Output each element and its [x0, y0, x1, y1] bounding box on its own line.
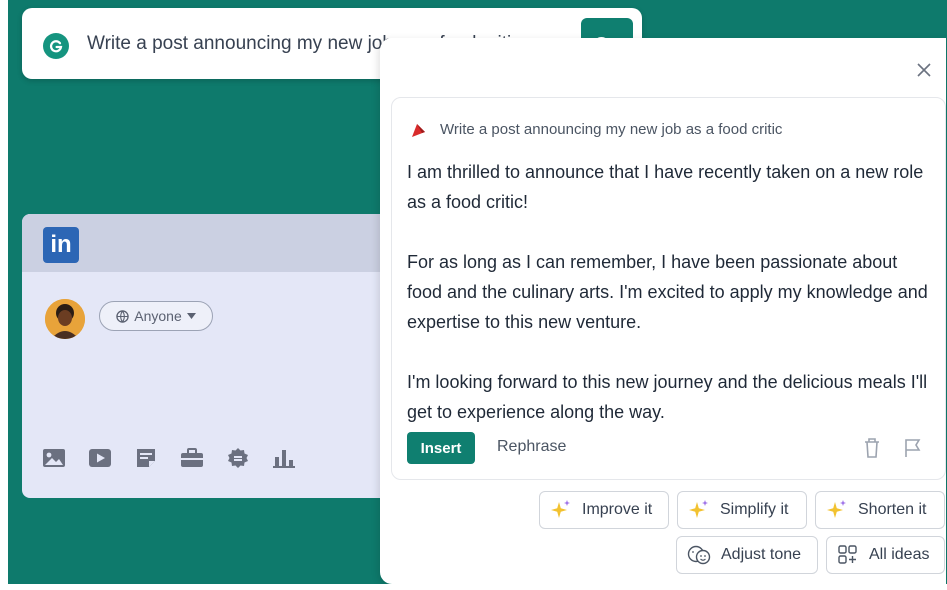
left-edge: [0, 0, 8, 590]
avatar[interactable]: [45, 299, 85, 339]
linkedin-compose-card: in Anyone: [22, 214, 402, 498]
improve-it-button[interactable]: Improve it: [539, 491, 669, 529]
chart-icon[interactable]: [272, 446, 296, 470]
sparkle-icon: [551, 500, 570, 518]
tone-faces-icon: [687, 545, 711, 565]
trash-icon[interactable]: [863, 437, 881, 459]
generated-text[interactable]: I am thrilled to announce that I have re…: [407, 157, 932, 427]
globe-icon: [116, 309, 129, 323]
prompt-echo: Write a post announcing my new job as a …: [440, 121, 783, 138]
bottom-edge: [0, 584, 947, 590]
shorten-it-button[interactable]: Shorten it: [815, 491, 945, 529]
adjust-tone-label: Adjust tone: [721, 546, 802, 563]
linkedin-logo: in: [43, 227, 79, 263]
sparkle-icon: [689, 500, 708, 518]
generated-paragraph-3: I'm looking forward to this new journey …: [407, 372, 928, 422]
party-horn-icon: [410, 121, 428, 139]
simplify-it-button[interactable]: Simplify it: [677, 491, 807, 529]
rephrase-button[interactable]: Rephrase: [497, 438, 566, 456]
shorten-it-label: Shorten it: [858, 501, 927, 518]
grammarly-logo-icon: [43, 33, 69, 59]
adjust-tone-button[interactable]: Adjust tone: [676, 536, 818, 574]
video-icon[interactable]: [88, 446, 112, 470]
all-ideas-label: All ideas: [869, 546, 930, 563]
document-icon[interactable]: [134, 446, 158, 470]
flag-icon[interactable]: [903, 438, 923, 458]
caret-down-icon: [186, 313, 196, 319]
linkedin-header: [22, 214, 402, 272]
visibility-dropdown[interactable]: Anyone: [99, 301, 213, 331]
generated-paragraph-2: For as long as I can remember, I have be…: [407, 252, 928, 332]
all-ideas-button[interactable]: All ideas: [826, 536, 945, 574]
simplify-it-label: Simplify it: [720, 501, 789, 518]
generated-paragraph-1: I am thrilled to announce that I have re…: [407, 162, 924, 212]
improve-it-label: Improve it: [582, 501, 653, 518]
badge-icon[interactable]: [226, 446, 250, 470]
briefcase-icon[interactable]: [180, 446, 204, 470]
sparkle-icon: [827, 500, 846, 518]
visibility-label: Anyone: [134, 308, 182, 324]
photo-icon[interactable]: [42, 446, 66, 470]
close-icon[interactable]: [912, 58, 936, 82]
grid-plus-icon: [838, 545, 857, 564]
insert-button[interactable]: Insert: [407, 432, 475, 464]
linkedin-toolbar: [42, 446, 296, 470]
